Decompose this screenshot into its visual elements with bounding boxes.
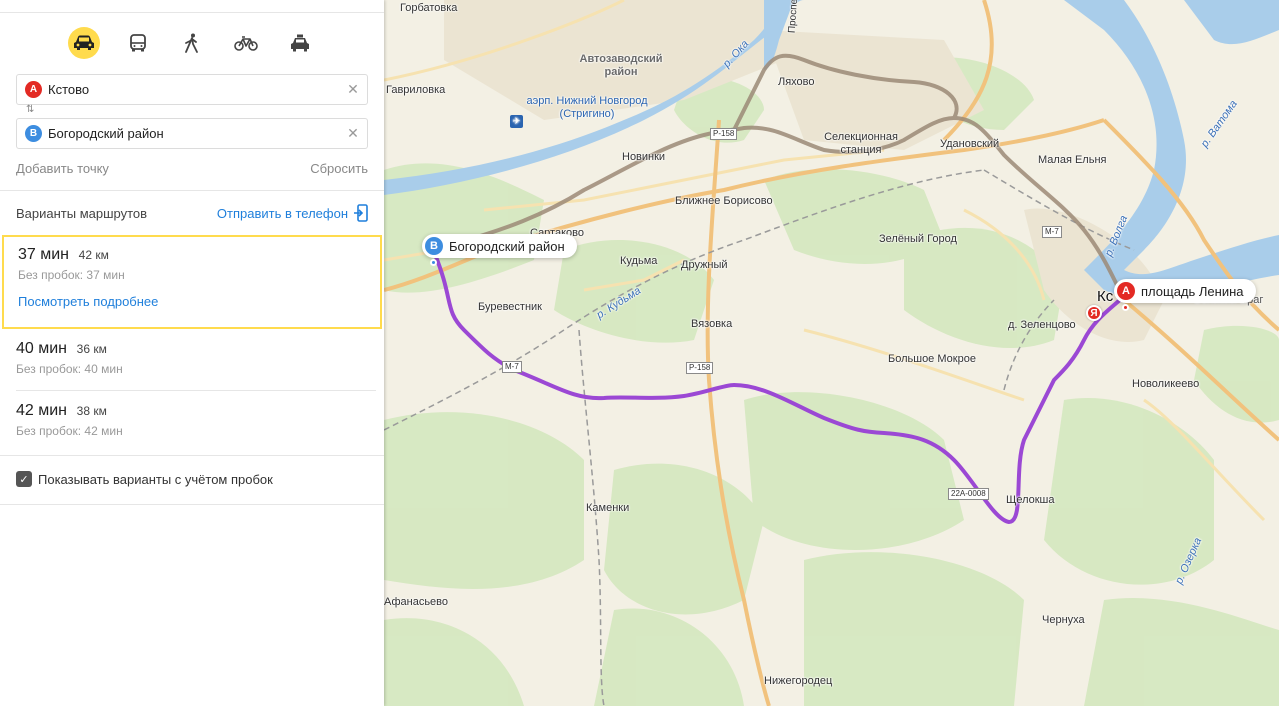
traffic-checkbox-label: Показывать варианты с учётом пробок (38, 471, 273, 487)
place-label: Чернуха (1042, 614, 1085, 626)
place-label: Нижегородец (764, 675, 833, 687)
route-option-2[interactable]: 40 мин 36 км Без пробок: 40 мин (2, 340, 382, 390)
pin-a-marker: A (1117, 282, 1135, 300)
panel-top-divider (0, 0, 384, 13)
route-pin-b[interactable]: B Богородский район (422, 234, 577, 266)
airport-label: ✈ аэрп. Нижний Новгород (Стригино) (510, 95, 652, 128)
place-label: Новинки (622, 151, 666, 163)
phone-icon (354, 204, 368, 222)
road-shield: Р-158 (686, 362, 714, 374)
section-divider (0, 455, 384, 456)
road-shield: Р-158 (710, 128, 738, 140)
mode-bike-button[interactable] (230, 27, 262, 59)
route-1-time: 37 мин (18, 246, 70, 263)
place-label: Горбатовка (400, 2, 458, 14)
pin-b-label: Богородский район (449, 238, 565, 254)
route-3-distance: 38 км (76, 404, 107, 418)
traffic-checkbox[interactable]: ✓ (16, 471, 32, 487)
transport-modes (0, 13, 384, 71)
place-label: Зелёный Город (879, 233, 957, 245)
taxi-icon (291, 34, 309, 52)
place-label: Удановский (940, 138, 1000, 150)
from-input[interactable] (48, 82, 339, 97)
place-label: Щелокша (1006, 494, 1055, 506)
mode-car-button[interactable] (68, 27, 100, 59)
district-label: Автозаводский район (579, 53, 663, 78)
road-shield: М-7 (1042, 226, 1062, 238)
send-to-phone-label: Отправить в телефон (216, 205, 348, 221)
airport-icon: ✈ (510, 115, 523, 128)
pin-a-label: площадь Ленина (1141, 283, 1244, 299)
route-2-time: 40 мин (16, 340, 68, 357)
route-2-summary: 40 мин 36 км (16, 340, 382, 358)
walk-icon (185, 33, 198, 53)
road-shield: 22А-0008 (948, 488, 989, 500)
route-1-summary: 37 мин 42 км (18, 246, 380, 264)
yandex-marker-icon[interactable]: Я (1086, 305, 1102, 321)
route-1-distance: 42 км (78, 248, 109, 262)
reset-link[interactable]: Сбросить (310, 161, 368, 176)
variants-header: Варианты маршрутов Отправить в телефон (16, 204, 368, 222)
from-marker: A (25, 81, 42, 98)
place-label: Гавриловка (386, 84, 446, 96)
bike-icon (234, 36, 258, 51)
place-label: Дружный (681, 259, 728, 271)
place-label: Большое Мокрое (888, 353, 976, 365)
form-actions: Добавить точку Сбросить (16, 161, 368, 176)
place-label: д. Зеленцово (1008, 319, 1076, 331)
car-icon (74, 35, 94, 50)
section-divider (0, 190, 384, 191)
pin-b-marker: B (425, 237, 443, 255)
route-pin-a[interactable]: A площадь Ленина (1114, 279, 1256, 311)
route-option-3[interactable]: 42 мин 38 км Без пробок: 42 мин (2, 402, 382, 452)
place-label: Каменки (586, 502, 630, 514)
route-panel: A ✕ ⇅ B ✕ Добавить точку Сбросить Вариан… (0, 0, 384, 706)
add-point-link[interactable]: Добавить точку (16, 161, 109, 176)
map-canvas (384, 0, 1279, 706)
place-label: Кудьма (620, 255, 658, 267)
pin-b-stem (430, 259, 437, 266)
route-divider (16, 390, 376, 391)
place-label: Буревестник (478, 301, 542, 313)
route-option-1[interactable]: 37 мин 42 км Без пробок: 37 мин Посмотре… (2, 235, 382, 329)
road-shield: М-7 (502, 361, 522, 373)
city-label: Кс (1097, 288, 1114, 305)
mode-walk-button[interactable] (176, 27, 208, 59)
swap-icon[interactable]: ⇅ (26, 104, 34, 115)
route-1-no-traffic: Без пробок: 37 мин (18, 268, 125, 282)
place-label: Новоликеево (1132, 378, 1200, 390)
map-view[interactable]: Горбатовка Гавриловка Автозаводский райо… (384, 0, 1279, 706)
route-1-details-link[interactable]: Посмотреть подробнее (18, 294, 380, 309)
place-label: Ляхово (778, 76, 815, 88)
route-2-distance: 36 км (76, 342, 107, 356)
traffic-checkbox-row[interactable]: ✓ Показывать варианты с учётом пробок (16, 471, 273, 487)
to-field[interactable]: B ✕ (16, 118, 368, 149)
variants-title: Варианты маршрутов (16, 205, 148, 221)
send-to-phone-link[interactable]: Отправить в телефон (217, 204, 368, 222)
airport-name: аэрп. Нижний Новгород (Стригино) (526, 95, 648, 120)
section-divider (0, 504, 384, 505)
from-field[interactable]: A ✕ (16, 74, 368, 105)
bus-icon (130, 34, 146, 52)
mode-taxi-button[interactable] (284, 27, 316, 59)
to-marker: B (25, 125, 42, 142)
place-label: Афанасьево (384, 596, 449, 608)
route-2-no-traffic: Без пробок: 40 мин (16, 362, 123, 376)
place-label: Ближнее Борисово (675, 195, 773, 207)
place-label: Малая Ельня (1038, 154, 1107, 166)
route-3-time: 42 мин (16, 402, 68, 419)
place-label: Вязовка (691, 318, 733, 330)
clear-to-icon[interactable]: ✕ (339, 125, 367, 142)
route-3-summary: 42 мин 38 км (16, 402, 382, 420)
clear-from-icon[interactable]: ✕ (339, 81, 367, 98)
to-input[interactable] (48, 126, 339, 141)
route-3-no-traffic: Без пробок: 42 мин (16, 424, 123, 438)
pin-a-stem (1122, 304, 1129, 311)
mode-bus-button[interactable] (122, 27, 154, 59)
place-label: Селекционная станция (824, 131, 898, 156)
